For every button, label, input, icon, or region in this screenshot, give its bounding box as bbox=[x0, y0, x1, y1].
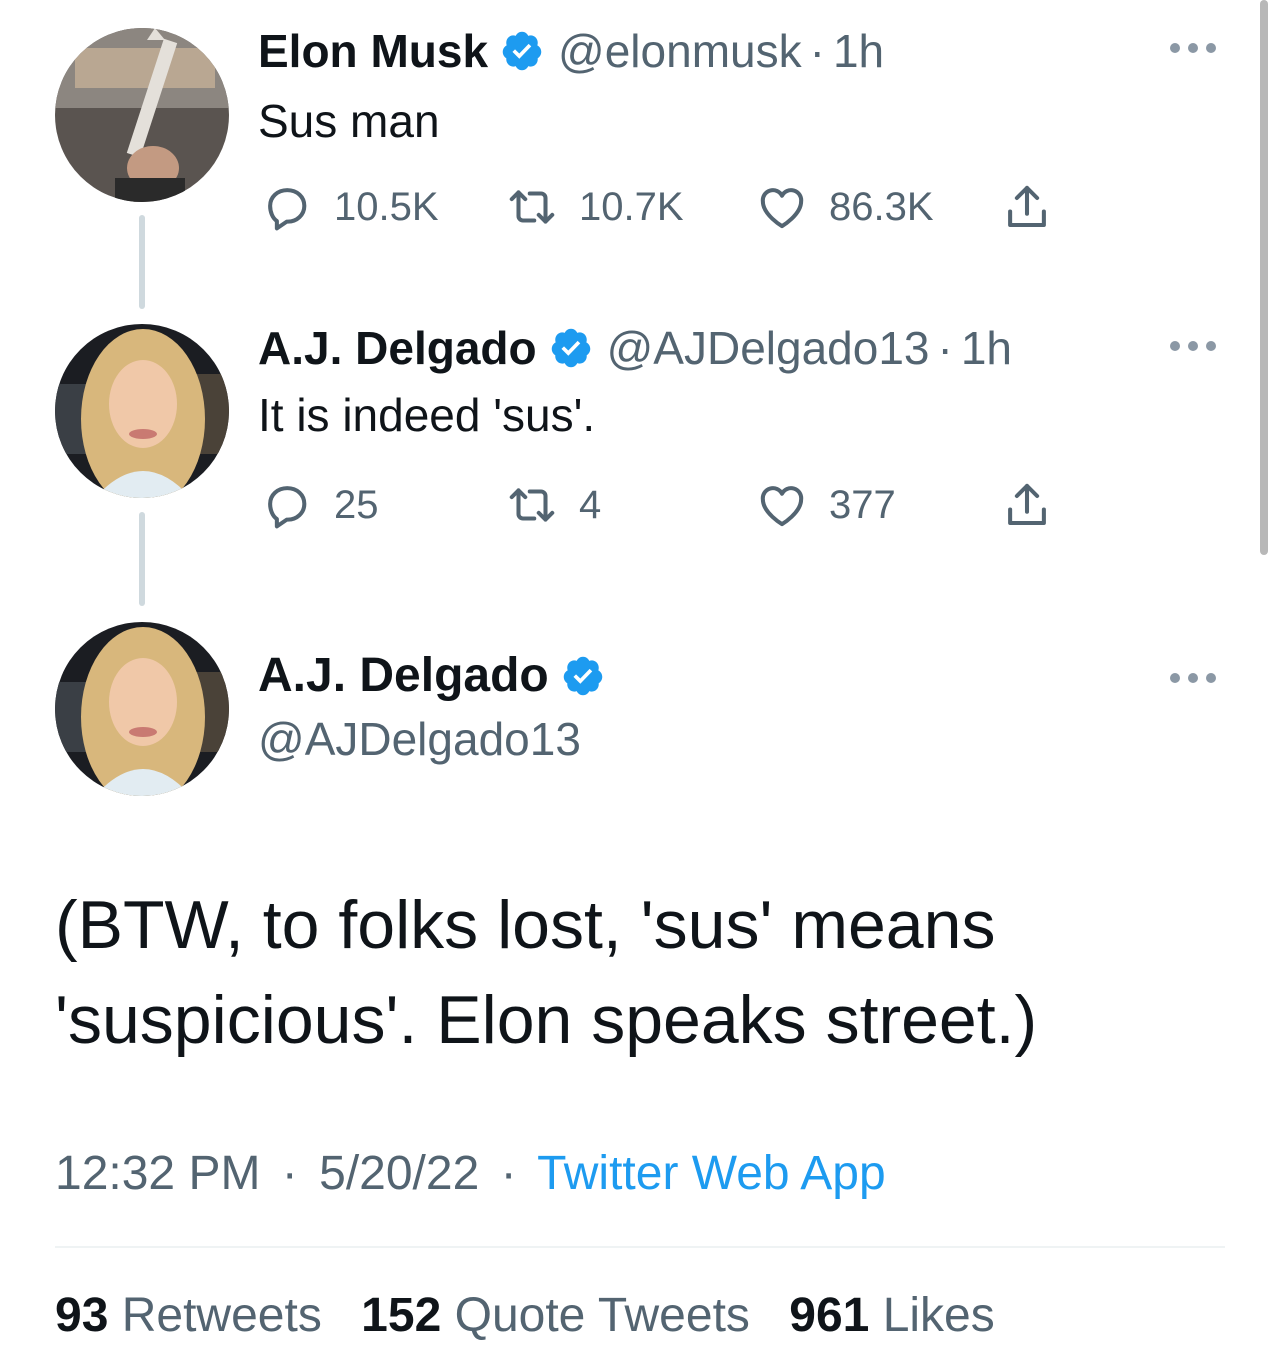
reply-icon bbox=[268, 486, 307, 529]
quote-tweets-stat[interactable]: 152 Quote Tweets bbox=[361, 1289, 750, 1342]
timestamp[interactable]: 1h bbox=[961, 325, 1012, 371]
avatar-elon-musk[interactable] bbox=[55, 28, 229, 202]
retweet-icon bbox=[509, 488, 555, 522]
separator: · bbox=[500, 1147, 517, 1200]
like-button[interactable]: 86.3K bbox=[755, 180, 934, 234]
retweet-button[interactable]: 4 bbox=[505, 478, 601, 532]
tweet-text: Sus man bbox=[258, 95, 440, 147]
tweet-time[interactable]: 12:32 PM bbox=[55, 1147, 260, 1200]
likes-stat[interactable]: 961 Likes bbox=[789, 1289, 995, 1342]
stat-label: Retweets bbox=[121, 1289, 322, 1342]
reply-icon bbox=[268, 188, 307, 231]
reply-count: 10.5K bbox=[334, 185, 439, 229]
display-name[interactable]: A.J. Delgado bbox=[258, 652, 549, 700]
like-icon bbox=[760, 486, 804, 527]
tweet-source-link[interactable]: Twitter Web App bbox=[537, 1147, 886, 1200]
stat-count: 152 bbox=[361, 1289, 442, 1342]
share-icon bbox=[1008, 185, 1046, 228]
stat-label: Likes bbox=[882, 1289, 995, 1342]
retweet-count: 4 bbox=[579, 483, 602, 527]
separator: · bbox=[809, 25, 825, 77]
tweet-header: Elon Musk @elonmusk · 1h bbox=[258, 28, 884, 74]
share-button[interactable] bbox=[1000, 478, 1054, 532]
like-button[interactable]: 377 bbox=[755, 478, 896, 532]
scrollbar[interactable] bbox=[1260, 0, 1268, 555]
engagement-stats: 93 Retweets 152 Quote Tweets 961 Likes bbox=[55, 1292, 1021, 1340]
timestamp[interactable]: 1h bbox=[833, 28, 884, 74]
verified-badge-icon bbox=[551, 328, 590, 368]
stat-count: 961 bbox=[789, 1289, 870, 1342]
divider bbox=[55, 1246, 1225, 1248]
tweet-text: It is indeed 'sus'. bbox=[258, 389, 596, 441]
retweet-count: 10.7K bbox=[579, 185, 684, 229]
more-icon[interactable] bbox=[1170, 340, 1216, 352]
thread-line bbox=[139, 512, 145, 606]
handle[interactable]: @AJDelgado13 bbox=[258, 716, 581, 762]
separator: · bbox=[281, 1147, 298, 1200]
tweet-meta: 12:32 PM · 5/20/22 · Twitter Web App bbox=[55, 1150, 886, 1198]
tweet-date[interactable]: 5/20/22 bbox=[319, 1147, 479, 1200]
stat-count: 93 bbox=[55, 1289, 109, 1342]
retweets-stat[interactable]: 93 Retweets bbox=[55, 1289, 322, 1342]
verified-badge-icon bbox=[563, 656, 602, 696]
avatar-aj-delgado[interactable] bbox=[55, 324, 229, 498]
retweet-icon bbox=[509, 190, 555, 224]
like-count: 86.3K bbox=[829, 185, 934, 229]
handle[interactable]: @AJDelgado13 bbox=[607, 325, 930, 371]
reply-button[interactable]: 10.5K bbox=[260, 180, 439, 234]
verified-badge-icon bbox=[502, 31, 542, 71]
main-tweet-header: A.J. Delgado bbox=[258, 652, 619, 700]
retweet-button[interactable]: 10.7K bbox=[505, 180, 684, 234]
share-icon bbox=[1008, 483, 1046, 526]
avatar-aj-delgado[interactable] bbox=[55, 622, 229, 796]
main-tweet-text: (BTW, to folks lost, 'sus' means 'suspic… bbox=[55, 887, 1038, 1058]
handle[interactable]: @elonmusk bbox=[558, 28, 802, 74]
avatar-image bbox=[55, 622, 229, 796]
more-icon[interactable] bbox=[1170, 42, 1216, 54]
display-name[interactable]: A.J. Delgado bbox=[258, 325, 537, 371]
like-icon bbox=[760, 188, 804, 229]
tweet-header: A.J. Delgado @AJDelgado13 · 1h bbox=[258, 325, 1012, 371]
like-count: 377 bbox=[829, 483, 896, 527]
stat-label: Quote Tweets bbox=[454, 1289, 750, 1342]
reply-button[interactable]: 25 bbox=[260, 478, 379, 532]
more-icon[interactable] bbox=[1170, 672, 1216, 684]
avatar-image bbox=[55, 324, 229, 498]
thread-line bbox=[139, 215, 145, 309]
separator: · bbox=[937, 322, 953, 374]
reply-count: 25 bbox=[334, 483, 379, 527]
share-button[interactable] bbox=[1000, 180, 1054, 234]
display-name[interactable]: Elon Musk bbox=[258, 28, 488, 74]
avatar-image bbox=[55, 28, 229, 202]
